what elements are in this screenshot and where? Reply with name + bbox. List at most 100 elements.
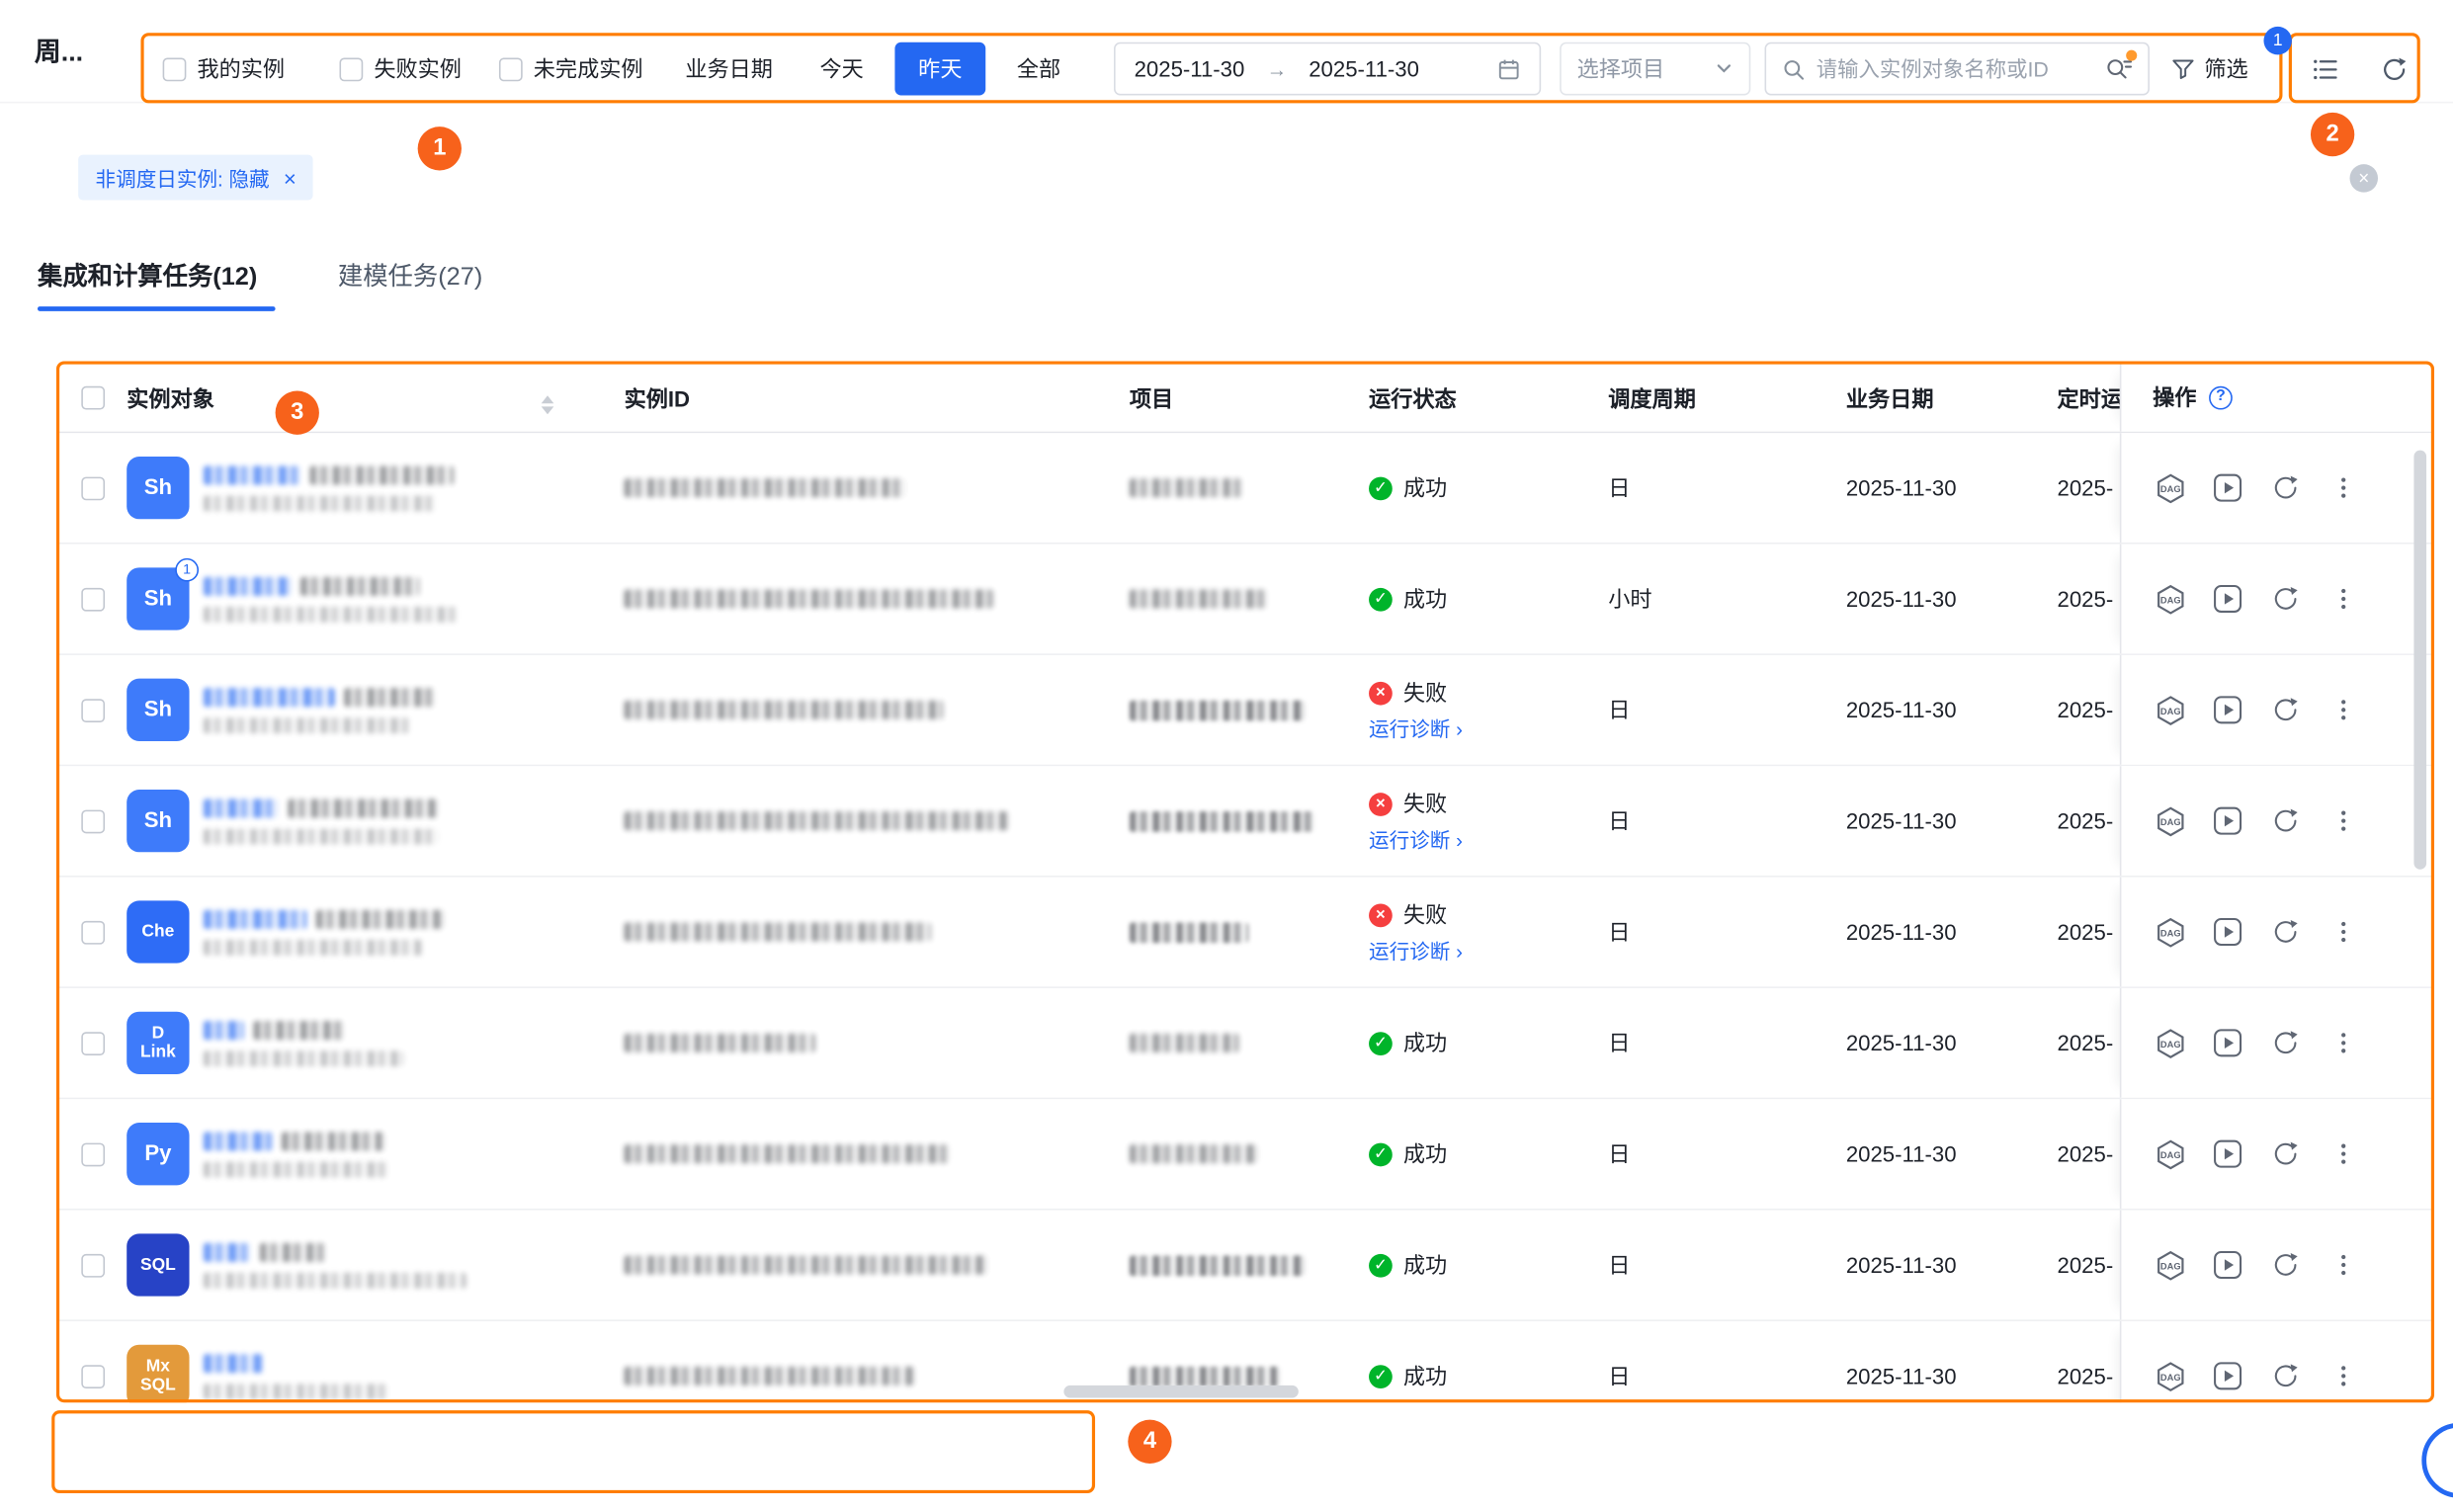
tab-modeling-tasks[interactable]: 建模任务(27) xyxy=(338,255,482,293)
run-button[interactable] xyxy=(2211,915,2245,950)
instance-name[interactable] xyxy=(204,545,611,654)
unfinished-instances-checkbox[interactable] xyxy=(499,57,523,81)
instance-name[interactable] xyxy=(204,988,611,1098)
list-icon xyxy=(2310,54,2339,84)
node-type-icon: Sh xyxy=(127,790,189,852)
diagnose-link[interactable]: 运行诊断 › xyxy=(1369,824,1463,854)
instance-name[interactable] xyxy=(204,433,611,543)
date-from-value[interactable]: 2025-11-30 xyxy=(1135,56,1245,81)
run-button[interactable] xyxy=(2211,582,2245,617)
rerun-row-button[interactable] xyxy=(2268,803,2303,838)
list-view-button[interactable] xyxy=(2298,42,2351,96)
row-more-button[interactable] xyxy=(2326,693,2361,727)
row-more-button[interactable] xyxy=(2326,582,2361,617)
row-checkbox[interactable] xyxy=(81,1031,105,1054)
instance-search-box[interactable] xyxy=(1765,42,2150,96)
instance-id xyxy=(625,1321,1062,1402)
rerun-row-button[interactable] xyxy=(2268,693,2303,727)
row-more-button[interactable] xyxy=(2326,1359,2361,1393)
filter-button[interactable]: 筛选 xyxy=(2171,42,2248,96)
failed-instances-checkbox[interactable] xyxy=(339,57,363,81)
help-icon[interactable]: ? xyxy=(2209,385,2233,409)
select-all-header-checkbox[interactable] xyxy=(81,386,105,410)
instance-name[interactable] xyxy=(204,878,611,987)
dag-button[interactable]: DAG xyxy=(2153,803,2187,838)
row-operations: DAG xyxy=(2120,545,2434,654)
dag-button[interactable]: DAG xyxy=(2153,1248,2187,1283)
more-vertical-icon xyxy=(2329,918,2357,946)
filter-count-badge: 1 xyxy=(2263,27,2291,54)
row-checkbox[interactable] xyxy=(81,587,105,611)
rerun-row-button[interactable] xyxy=(2268,1248,2303,1283)
project-select[interactable]: 选择项目 xyxy=(1560,42,1750,96)
rerun-row-button[interactable] xyxy=(2268,1026,2303,1060)
project-name xyxy=(1130,655,1349,765)
dag-button[interactable]: DAG xyxy=(2153,470,2187,505)
rerun-row-button[interactable] xyxy=(2268,582,2303,617)
instance-id xyxy=(625,1211,1062,1320)
row-checkbox[interactable] xyxy=(81,920,105,944)
run-button[interactable] xyxy=(2211,1248,2245,1283)
quick-range-yesterday[interactable]: 昨天 xyxy=(894,42,985,96)
run-button[interactable] xyxy=(2211,1136,2245,1171)
run-button[interactable] xyxy=(2211,803,2245,838)
row-more-button[interactable] xyxy=(2326,803,2361,838)
row-checkbox[interactable] xyxy=(81,698,105,721)
run-button[interactable] xyxy=(2211,693,2245,727)
date-to-value[interactable]: 2025-11-30 xyxy=(1309,56,1419,81)
row-checkbox[interactable] xyxy=(81,1142,105,1166)
instance-name[interactable] xyxy=(204,1321,611,1402)
date-range-picker[interactable]: 2025-11-30 → 2025-11-30 xyxy=(1114,42,1541,96)
checkbox-my-instances[interactable]: 我的实例 xyxy=(163,35,285,104)
instance-name[interactable] xyxy=(204,1099,611,1209)
rerun-row-button[interactable] xyxy=(2268,1359,2303,1393)
rerun-row-button[interactable] xyxy=(2268,470,2303,505)
active-filter-tag[interactable]: 非调度日实例: 隐藏 × xyxy=(78,155,313,201)
my-instances-checkbox[interactable] xyxy=(163,57,187,81)
run-button[interactable] xyxy=(2211,1359,2245,1393)
svg-text:DAG: DAG xyxy=(2159,483,2180,493)
refresh-button[interactable] xyxy=(2367,42,2420,96)
dag-button[interactable]: DAG xyxy=(2153,1026,2187,1060)
project-name xyxy=(1130,545,1349,654)
run-button[interactable] xyxy=(2211,1026,2245,1060)
row-more-button[interactable] xyxy=(2326,1248,2361,1283)
row-checkbox[interactable] xyxy=(81,1364,105,1387)
row-more-button[interactable] xyxy=(2326,1026,2361,1060)
rerun-row-button[interactable] xyxy=(2268,1136,2303,1171)
horizontal-scrollbar-thumb[interactable] xyxy=(1063,1386,1298,1398)
dag-button[interactable]: DAG xyxy=(2153,693,2187,727)
row-more-button[interactable] xyxy=(2326,1136,2361,1171)
filter-tag-close-icon[interactable]: × xyxy=(284,167,296,189)
instance-name[interactable] xyxy=(204,655,611,765)
dag-button[interactable]: DAG xyxy=(2153,1359,2187,1393)
search-input[interactable] xyxy=(1817,57,2095,81)
dag-button[interactable]: DAG xyxy=(2153,582,2187,617)
diagnose-link[interactable]: 运行诊断 › xyxy=(1369,713,1463,742)
vertical-scrollbar-thumb[interactable] xyxy=(2413,451,2426,870)
row-checkbox[interactable] xyxy=(81,809,105,833)
status-text: 成功 xyxy=(1403,1249,1447,1281)
project-name xyxy=(1130,1211,1349,1320)
dag-button[interactable]: DAG xyxy=(2153,915,2187,950)
advanced-search-icon[interactable] xyxy=(2106,56,2133,81)
sort-toggle[interactable] xyxy=(542,383,554,415)
quick-range-today[interactable]: 今天 xyxy=(797,43,888,94)
tab-integration-compute-tasks[interactable]: 集成和计算任务(12) xyxy=(38,255,257,293)
quick-range-all[interactable]: 全部 xyxy=(993,43,1084,94)
instance-name[interactable] xyxy=(204,766,611,876)
row-more-button[interactable] xyxy=(2326,915,2361,950)
row-checkbox[interactable] xyxy=(81,1253,105,1277)
checkbox-unfinished-instances[interactable]: 未完成实例 xyxy=(499,35,643,104)
diagnose-link[interactable]: 运行诊断 › xyxy=(1369,935,1463,965)
run-button[interactable] xyxy=(2211,470,2245,505)
clear-all-filters-icon[interactable]: × xyxy=(2350,164,2378,192)
dag-button[interactable]: DAG xyxy=(2153,1136,2187,1171)
rerun-row-button[interactable] xyxy=(2268,915,2303,950)
instance-name[interactable] xyxy=(204,1211,611,1320)
row-more-button[interactable] xyxy=(2326,470,2361,505)
row-checkbox[interactable] xyxy=(81,476,105,500)
checkbox-failed-instances[interactable]: 失败实例 xyxy=(339,35,461,104)
dag-icon: DAG xyxy=(2154,582,2186,615)
filter-button-label: 筛选 xyxy=(2204,53,2247,85)
